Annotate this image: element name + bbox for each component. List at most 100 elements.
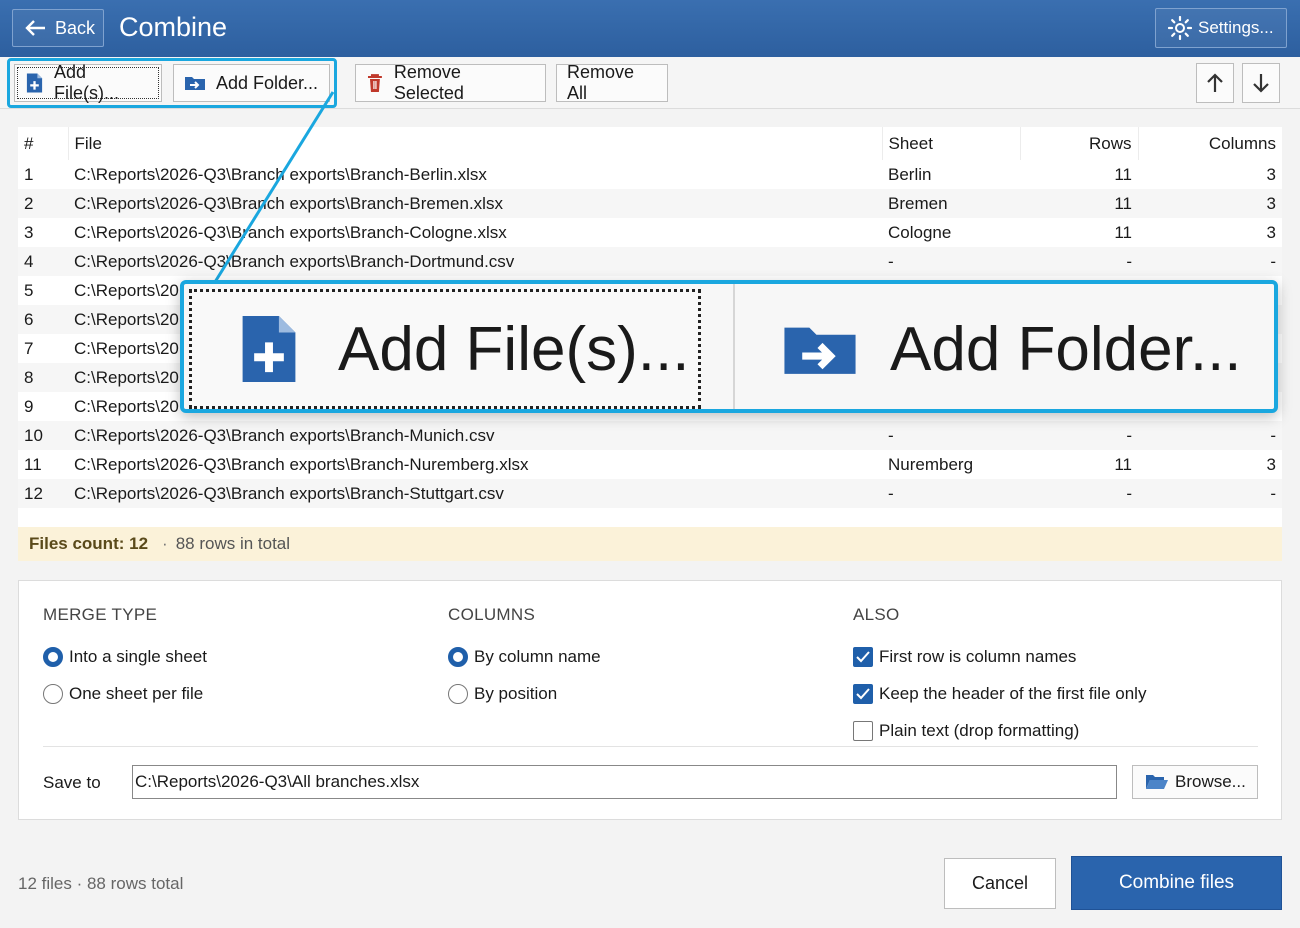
- checkbox-label: First row is column names: [879, 647, 1077, 666]
- sheet-name: Nuremberg: [888, 454, 974, 474]
- radio-label: By column name: [474, 647, 601, 666]
- checkbox-checked-icon: [853, 684, 873, 704]
- title-bar: Back Combine Settings...: [0, 0, 1300, 57]
- checkbox-label: Plain text (drop formatting): [879, 721, 1080, 740]
- remove-selected-button[interactable]: Remove Selected: [355, 62, 546, 103]
- column-count: 3: [1266, 454, 1276, 474]
- column-count: 3: [1266, 222, 1276, 242]
- zoom-add-folder-button: Add Folder...: [780, 289, 1260, 409]
- row-number: 11: [24, 454, 42, 474]
- row-number: 1: [24, 164, 34, 184]
- combine-files-button[interactable]: Combine files: [1071, 856, 1282, 910]
- file-path: C:\Reports\2026-Q3\Branch exports\Branch…: [74, 454, 529, 474]
- row-number: 2: [18, 189, 68, 218]
- radio-unselected-icon: [448, 684, 468, 704]
- sheet-name: Berlin: [888, 164, 932, 184]
- save-to-input[interactable]: [132, 765, 1117, 799]
- row-number: 4: [18, 247, 68, 276]
- row-number: 10: [18, 421, 68, 450]
- file-path: C:\Reports\2026-Q3\Branch exports\Branch…: [68, 421, 882, 450]
- options-panel: MERGE TYPE Into a single sheet One sheet…: [18, 580, 1282, 820]
- radio-label: Into a single sheet: [69, 647, 207, 666]
- row-number: 3: [24, 222, 34, 242]
- folder-open-icon: [1146, 775, 1168, 789]
- column-header-file[interactable]: File: [67, 127, 882, 160]
- row-number: 8: [18, 363, 68, 392]
- table-row[interactable]: 1 C:\Reports\2026-Q3\Branch exports\Branc…: [18, 160, 1282, 189]
- sheet-name: -: [882, 247, 1020, 276]
- move-down-button[interactable]: [1242, 63, 1280, 103]
- zoom-callout: Add File(s)... Add Folder...: [180, 280, 1278, 413]
- checkbox-first-row-column-names[interactable]: First row is column names: [853, 647, 1076, 667]
- remove-all-label: Remove All: [567, 62, 635, 103]
- save-to-label: Save to: [43, 773, 101, 792]
- row-number: 7: [24, 338, 34, 358]
- radio-selected-icon: [43, 647, 63, 667]
- cancel-button[interactable]: Cancel: [944, 858, 1056, 909]
- browse-button[interactable]: Browse...: [1132, 765, 1258, 799]
- move-up-button[interactable]: [1196, 63, 1234, 103]
- back-button[interactable]: Back: [12, 9, 104, 47]
- table-row[interactable]: 10 C:\Reports\2026-Q3\Branch exports\Bran…: [18, 421, 1282, 450]
- table-row[interactable]: 12 C:\Reports\2026-Q3\Branch exports\Bran…: [18, 479, 1282, 508]
- sheet-name: -: [882, 479, 1020, 508]
- trash-icon: [367, 74, 382, 92]
- table-row[interactable]: 4 C:\Reports\2026-Q3\Branch exports\Branc…: [18, 247, 1282, 276]
- files-count: Files count: 12: [29, 534, 149, 553]
- checkbox-checked-icon: [853, 647, 873, 667]
- checkbox-unchecked-icon: [853, 721, 873, 741]
- checkbox-plain-text[interactable]: Plain text (drop formatting): [853, 721, 1079, 741]
- radio-by-column-name[interactable]: By column name: [448, 647, 601, 667]
- file-path: C:\Reports\2026-Q3\Branch exports\Branch…: [68, 479, 882, 508]
- column-header-sheet[interactable]: Sheet: [881, 127, 1020, 160]
- also-heading: ALSO: [853, 605, 900, 624]
- column-count: 3: [1266, 164, 1276, 184]
- browse-label: Browse...: [1175, 772, 1246, 791]
- radio-selected-icon: [448, 647, 468, 667]
- table-row[interactable]: 2 C:\Reports\2026-Q3\Branch exports\Branc…: [18, 189, 1282, 218]
- radio-unselected-icon: [43, 684, 63, 704]
- table-row[interactable]: 3 C:\Reports\2026-Q3\Branch exports\Branc…: [18, 218, 1282, 247]
- sheet-name: Bremen: [882, 189, 1020, 218]
- zoom-add-files-button: Add File(s)...: [189, 289, 701, 409]
- callout-highlight: [7, 58, 337, 108]
- row-number: 12: [18, 479, 68, 508]
- radio-label: By position: [474, 684, 558, 703]
- merge-type-heading: MERGE TYPE: [43, 605, 158, 624]
- checkbox-label: Keep the header of the first file only: [879, 684, 1147, 703]
- column-header-number[interactable]: #: [18, 127, 68, 160]
- arrow-left-icon: [25, 20, 45, 36]
- row-number: 6: [18, 305, 68, 334]
- column-count: -: [1138, 421, 1282, 450]
- radio-label: One sheet per file: [69, 684, 204, 703]
- add-file-icon: [242, 316, 296, 382]
- row-number: 5: [24, 280, 34, 300]
- rows-total: 88 rows in total: [175, 534, 291, 553]
- checkbox-keep-header[interactable]: Keep the header of the first file only: [853, 684, 1146, 704]
- remove-all-button[interactable]: Remove All: [556, 62, 668, 103]
- file-path: C:\Reports\2026-Q3\Branch exports\Branch…: [74, 164, 487, 184]
- radio-into-single-sheet[interactable]: Into a single sheet: [43, 647, 207, 667]
- row-count: -: [1020, 421, 1138, 450]
- table-row[interactable]: 11 C:\Reports\2026-Q3\Branch exports\Bran…: [18, 450, 1282, 479]
- file-path: C:\Reports\2026-Q3\Branch exports\Branch…: [68, 247, 882, 276]
- add-folder-icon: [784, 327, 856, 374]
- back-label: Back: [55, 17, 96, 38]
- zoom-add-folder-label: Add Folder...: [890, 314, 1242, 384]
- radio-one-sheet-per-file[interactable]: One sheet per file: [43, 684, 203, 704]
- gear-icon: [1168, 16, 1192, 40]
- row-count: 11: [1114, 222, 1132, 242]
- row-count: 11: [1020, 189, 1138, 218]
- page-title: Combine: [119, 12, 228, 42]
- column-header-rows[interactable]: Rows: [1019, 127, 1138, 160]
- table-header: # File Sheet Rows Columns: [18, 127, 1282, 160]
- zoom-add-files-label: Add File(s)...: [338, 314, 690, 384]
- settings-button[interactable]: Settings...: [1155, 8, 1287, 48]
- column-header-columns[interactable]: Columns: [1137, 127, 1282, 160]
- columns-heading: COLUMNS: [448, 605, 536, 624]
- radio-by-position[interactable]: By position: [448, 684, 557, 704]
- row-count: 11: [1114, 164, 1132, 184]
- column-count: 3: [1138, 189, 1282, 218]
- footer-summary: 12 files · 88 rows total: [18, 874, 184, 893]
- sheet-name: Cologne: [888, 222, 952, 242]
